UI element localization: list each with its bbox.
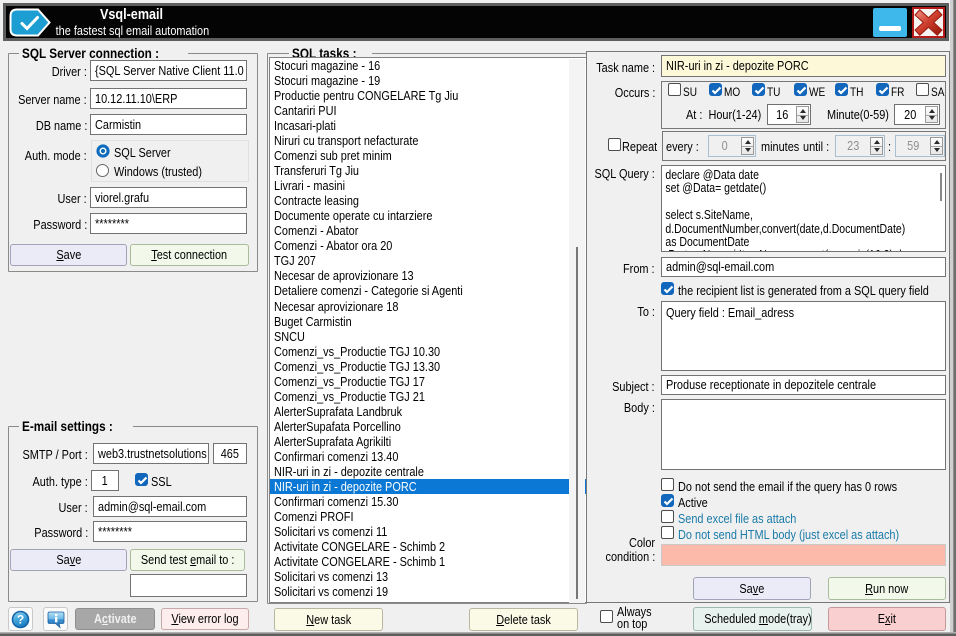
svg-text:?: ?	[17, 613, 24, 627]
